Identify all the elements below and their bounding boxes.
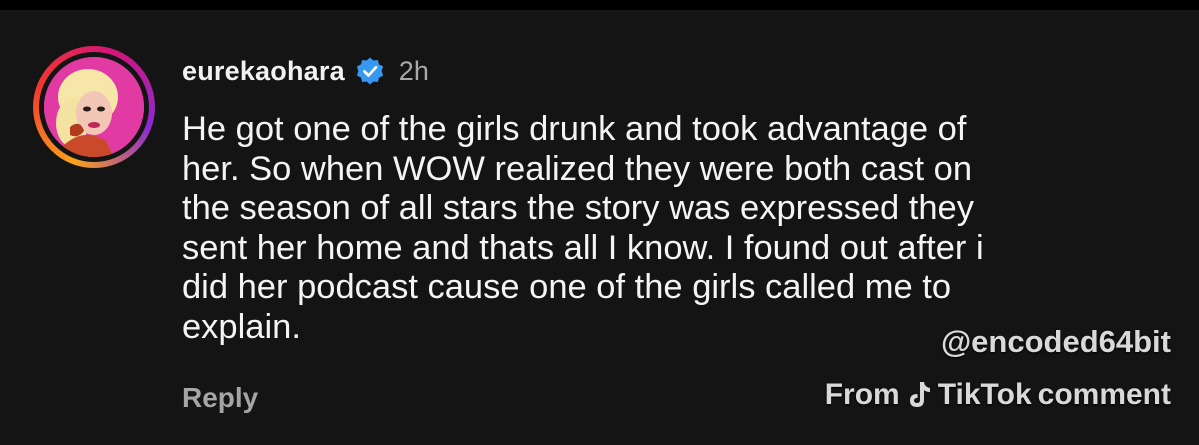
watermark-handle: @encoded64bit <box>940 324 1171 359</box>
comment-text: He got one of the girls drunk and took a… <box>182 110 984 346</box>
timestamp: 2h <box>398 55 429 86</box>
watermark-source: From TikTok comment <box>825 378 1171 412</box>
watermark-from: From <box>824 378 900 411</box>
watermark-suffix: comment <box>1037 378 1171 411</box>
watermark-brand: TikTok <box>937 378 1032 411</box>
username-link[interactable]: eurekaohara <box>182 56 345 87</box>
verified-badge-icon <box>355 56 385 86</box>
comment-header: eurekaohara 2h <box>182 54 429 88</box>
reply-button[interactable]: Reply <box>182 382 258 414</box>
tiktok-logo-icon <box>906 380 932 410</box>
avatar[interactable] <box>44 57 144 157</box>
top-strip <box>0 0 1199 10</box>
